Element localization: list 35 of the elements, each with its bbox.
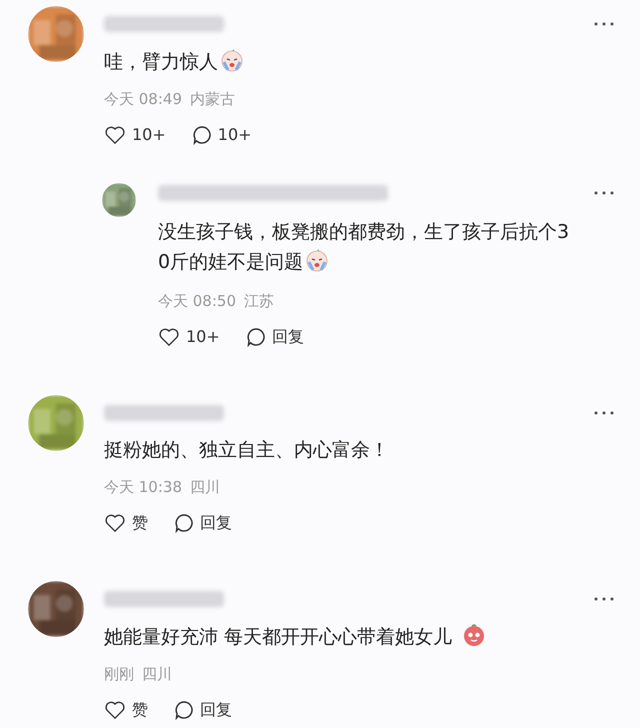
comment-location: 四川 <box>190 477 220 497</box>
reply-button[interactable]: 回复 <box>174 511 232 535</box>
reply-button[interactable]: 回复 <box>174 698 232 722</box>
crying-face-icon <box>305 248 330 272</box>
more-icon[interactable] <box>594 597 614 601</box>
like-button[interactable]: 10+ <box>104 123 166 147</box>
reply-button[interactable]: 10+ <box>192 123 252 147</box>
comment-icon <box>192 125 212 145</box>
heart-icon <box>104 513 126 533</box>
comment-time: 刚刚 <box>104 664 134 684</box>
comment-text: 哇，臂力惊人 <box>104 48 640 75</box>
heart-icon <box>104 700 126 720</box>
like-button[interactable]: 10+ <box>158 325 220 349</box>
comment-icon <box>174 700 194 720</box>
comment-location: 内蒙古 <box>190 89 235 109</box>
comment-text: 她能量好充沛 每天都开开心心带着她女儿 <box>104 623 640 650</box>
reply-button[interactable]: 回复 <box>246 325 304 349</box>
comment-location: 四川 <box>142 664 172 684</box>
comment-text: 挺粉她的、独立自主、内心富余！ <box>104 438 390 463</box>
like-button[interactable]: 赞 <box>104 698 148 722</box>
smiling-face-icon <box>462 623 486 647</box>
like-button[interactable]: 赞 <box>104 511 148 535</box>
comment-location: 江苏 <box>244 291 274 311</box>
comment-icon <box>174 513 194 533</box>
comment-icon <box>246 327 266 347</box>
comment-time: 今天 08:50 <box>158 291 236 311</box>
heart-icon <box>104 125 126 145</box>
more-icon[interactable] <box>594 22 614 26</box>
crying-face-icon <box>220 48 244 72</box>
comment-time: 今天 10:38 <box>104 477 182 497</box>
more-icon[interactable] <box>594 191 614 195</box>
comment-text: 没生孩子钱，板凳搬的都费劲，生了孩子后抗个30斤的娃不是问题 <box>158 220 570 275</box>
heart-icon <box>158 327 180 347</box>
more-icon[interactable] <box>594 411 614 415</box>
comment-time: 今天 08:49 <box>104 89 182 109</box>
